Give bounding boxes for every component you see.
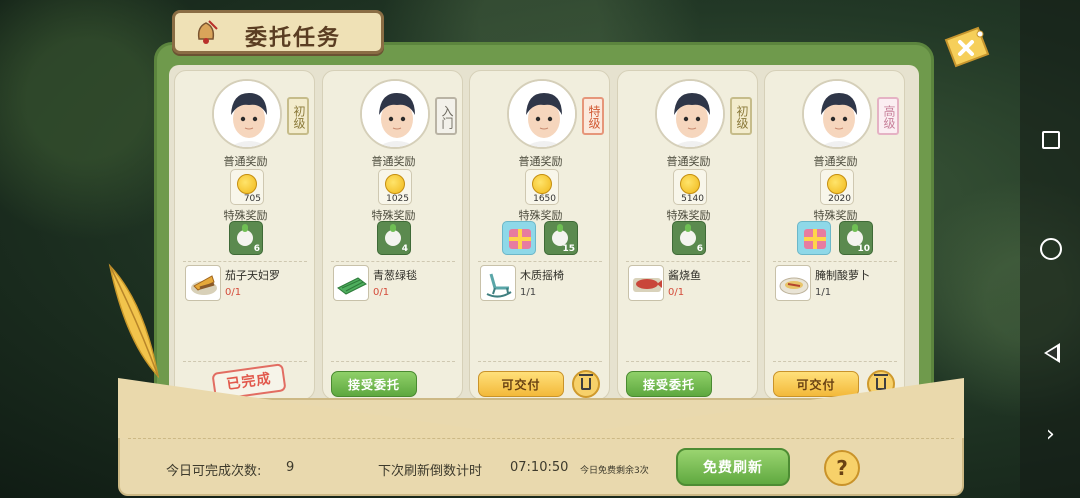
- system-nav-bar: ›: [1020, 0, 1080, 498]
- coin-reward: 1025: [378, 169, 412, 205]
- help-button[interactable]: ?: [824, 450, 860, 486]
- gift-icon: [509, 229, 531, 249]
- avatar: [802, 79, 872, 149]
- special-reward-label: 特殊奖励: [813, 209, 858, 222]
- bell-icon: [197, 20, 218, 44]
- countdown-label: 下次刷新倒数计时: [378, 464, 483, 479]
- free-refresh-button[interactable]: 免费刷新: [676, 448, 790, 486]
- task-progress: 0/1: [373, 287, 390, 298]
- normal-reward-label: 普通奖励: [371, 155, 416, 168]
- grade-badge: 入门: [435, 97, 457, 135]
- grade-badge: 特级: [582, 97, 604, 135]
- grade-badge: 初级: [287, 97, 309, 135]
- radish-icon: [385, 224, 401, 246]
- gift-reward: [502, 221, 536, 255]
- radish-reward: 15: [544, 221, 578, 255]
- commission-card: 特级 普通奖励 1650 特殊奖励 15 木质摇椅 1/1 可交付: [469, 70, 610, 400]
- grade-badge: 高级: [877, 97, 899, 135]
- commission-card: 入门 普通奖励 1025 特殊奖励 4 青葱绿毯 0/1 接受委托: [322, 70, 463, 400]
- countdown-value: 07:10:50: [510, 460, 569, 475]
- divider: [331, 261, 455, 262]
- avatar: [212, 79, 282, 149]
- radish-reward: 6: [672, 221, 706, 255]
- task-progress: 0/1: [668, 287, 685, 298]
- braised-fish-icon: [628, 265, 664, 301]
- radish-icon: [680, 224, 696, 246]
- normal-reward-label: 普通奖励: [666, 155, 711, 168]
- task-name: 茄子天妇罗: [225, 269, 280, 282]
- divider: [773, 361, 897, 362]
- green-carpet-icon: [333, 265, 369, 301]
- home-icon[interactable]: [1040, 238, 1062, 260]
- tempura-icon: [185, 265, 221, 301]
- divider: [183, 261, 307, 262]
- divider: [183, 361, 307, 362]
- task-name: 木质摇椅: [520, 269, 564, 282]
- radish-reward: 6: [229, 221, 263, 255]
- divider: [128, 438, 954, 439]
- gift-reward: [797, 221, 831, 255]
- avatar: [655, 79, 725, 149]
- coin-reward: 705: [230, 169, 264, 205]
- normal-reward-label: 普通奖励: [518, 155, 563, 168]
- grade-badge: 初级: [730, 97, 752, 135]
- normal-reward-label: 普通奖励: [813, 155, 858, 168]
- coin-icon: [237, 174, 257, 194]
- radish-reward: 10: [839, 221, 873, 255]
- special-reward-label: 特殊奖励: [518, 209, 563, 222]
- feather-icon: [108, 263, 160, 379]
- task-progress: 1/1: [520, 287, 537, 298]
- recent-apps-icon[interactable]: [1042, 131, 1060, 149]
- close-icon[interactable]: [940, 24, 992, 70]
- back-icon[interactable]: [1044, 343, 1060, 363]
- daily-count-label: 今日可完成次数:: [166, 464, 262, 479]
- avatar: [360, 79, 430, 149]
- divider: [478, 261, 602, 262]
- coin-icon: [532, 174, 552, 194]
- title-tab: 委托任务: [172, 10, 384, 54]
- divider: [626, 261, 750, 262]
- divider: [331, 361, 455, 362]
- free-refresh-note: 今日免费剩余3次: [580, 466, 649, 476]
- rocking-chair-icon: [480, 265, 516, 301]
- avatar: [507, 79, 577, 149]
- coin-reward: 2020: [820, 169, 854, 205]
- commission-card: 高级 普通奖励 2020 特殊奖励 10 腌制酸萝卜 1/1 可交付: [764, 70, 905, 400]
- chevron-right-icon[interactable]: ›: [1046, 424, 1068, 446]
- divider: [478, 361, 602, 362]
- pickled-radish-icon: [775, 265, 811, 301]
- gift-icon: [804, 229, 826, 249]
- radish-icon: [237, 224, 253, 246]
- divider: [626, 361, 750, 362]
- coin-icon: [680, 174, 700, 194]
- coin-reward: 5140: [673, 169, 707, 205]
- daily-count-value: 9: [286, 460, 295, 475]
- radish-reward: 4: [377, 221, 411, 255]
- divider: [773, 261, 897, 262]
- normal-reward-label: 普通奖励: [223, 155, 268, 168]
- task-name: 青葱绿毯: [373, 269, 417, 282]
- task-name: 腌制酸萝卜: [815, 269, 870, 282]
- task-progress: 1/1: [815, 287, 832, 298]
- coin-icon: [827, 174, 847, 194]
- task-name: 酱烧鱼: [668, 269, 701, 282]
- coin-reward: 1650: [525, 169, 559, 205]
- page-title: 委托任务: [245, 26, 342, 51]
- commission-card: 初级 普通奖励 705 特殊奖励 6 茄子天妇罗 0/1 已完成: [174, 70, 315, 401]
- coin-icon: [385, 174, 405, 194]
- task-progress: 0/1: [225, 287, 242, 298]
- commission-card: 初级 普通奖励 5140 特殊奖励 6 酱烧鱼 0/1 接受委托: [617, 70, 758, 400]
